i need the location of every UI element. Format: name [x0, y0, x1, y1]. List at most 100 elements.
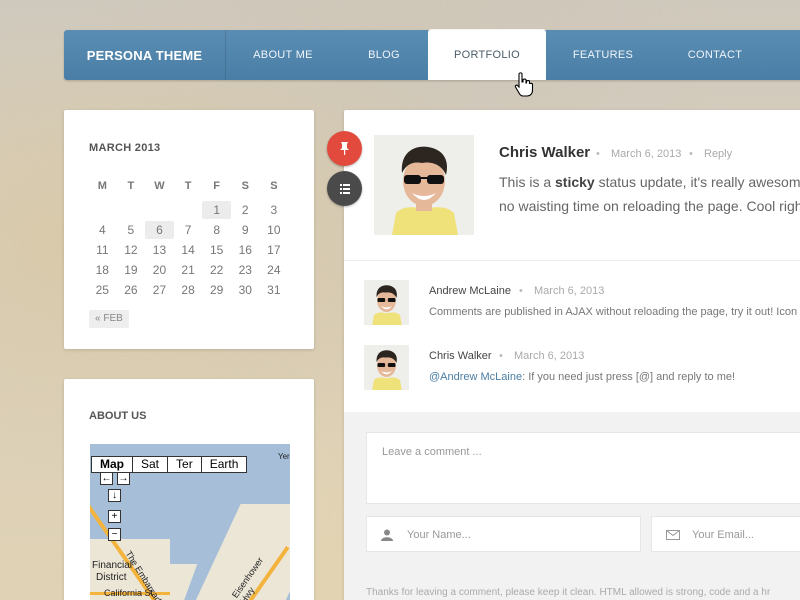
map-tab-ter[interactable]: Ter	[168, 457, 202, 472]
post-author-name[interactable]: Chris Walker	[499, 144, 590, 161]
separator-dot: •	[499, 350, 503, 362]
map-tab-sat[interactable]: Sat	[133, 457, 169, 472]
calendar-weeks: 1 2 3 4 5 6 7 8 9 10 11 12 13 14 15 16 17 18 19 20 21 22 23 24 2…	[88, 200, 288, 300]
calendar-widget: MARCH 2013 M T W T F S S 1 2 3 4 5 6 7 8 9 10 11 12…	[64, 110, 314, 349]
main-nav: PERSONA THEME ABOUT ME BLOG PORTFOLIO FE…	[64, 30, 800, 80]
email-placeholder: Your Email...	[692, 529, 754, 541]
calendar-weekdays: M T W T F S S	[88, 176, 288, 196]
calendar-week-row: 11 12 13 14 15 16 17	[88, 240, 288, 260]
calendar-day[interactable]: 15	[202, 241, 231, 259]
calendar-day[interactable]: 9	[231, 221, 260, 239]
calendar-day[interactable]: 8	[202, 221, 231, 239]
calendar-day[interactable]: 1	[202, 201, 231, 219]
brand-logo[interactable]: PERSONA THEME	[64, 30, 226, 80]
comment-textarea[interactable]: Leave a comment ...	[366, 432, 800, 504]
map-pan-left-icon[interactable]: ←	[100, 472, 113, 485]
map-type-tabs: Map Sat Ter Earth	[91, 456, 248, 473]
calendar-prev-month-link[interactable]: « FEB	[89, 310, 129, 328]
comment-avatar[interactable]	[364, 280, 409, 325]
calendar-week-row: 18 19 20 21 22 23 24	[88, 260, 288, 280]
calendar-day[interactable]: 10	[260, 221, 289, 239]
calendar-day[interactable]: 20	[145, 261, 174, 279]
calendar-day[interactable]: 26	[117, 281, 146, 299]
weekday-label: W	[154, 180, 165, 192]
list-button[interactable]	[327, 171, 362, 206]
calendar-day[interactable]: 24	[260, 261, 289, 279]
calendar-day[interactable]: 17	[260, 241, 289, 259]
calendar-day[interactable]: 16	[231, 241, 260, 259]
calendar-empty-cell	[117, 201, 146, 219]
calendar-day[interactable]: 25	[88, 281, 117, 299]
calendar-day[interactable]: 21	[174, 261, 203, 279]
calendar-day[interactable]: 28	[174, 281, 203, 299]
map[interactable]: Map Sat Ter Earth ← → ↓ + − Yer The Emba…	[90, 444, 290, 600]
map-pan-right-icon[interactable]: →	[117, 472, 130, 485]
comment-note: Thanks for leaving a comment, please kee…	[366, 587, 771, 598]
name-placeholder: Your Name...	[407, 529, 471, 541]
calendar-day[interactable]: 30	[231, 281, 260, 299]
comment-date: March 6, 2013	[514, 350, 585, 362]
name-field[interactable]: Your Name...	[366, 516, 641, 552]
about-title: ABOUT US	[89, 410, 147, 422]
calendar-day[interactable]: 19	[117, 261, 146, 279]
avatar-photo	[364, 345, 409, 390]
calendar-day[interactable]: 13	[145, 241, 174, 259]
comment-avatar[interactable]	[364, 345, 409, 390]
calendar-day[interactable]: 31	[260, 281, 289, 299]
weekday-label: T	[184, 180, 192, 192]
calendar-day[interactable]: 12	[117, 241, 146, 259]
nav-item-about-me[interactable]: ABOUT ME	[226, 30, 340, 80]
calendar-title: MARCH 2013	[89, 142, 161, 154]
comment-author[interactable]: Andrew McLaine	[429, 285, 511, 297]
map-label: Yer	[278, 452, 290, 461]
map-pan-down-icon[interactable]: ↓	[108, 489, 121, 502]
comment-text: @Andrew McLaine: If you need just press …	[429, 371, 736, 383]
map-tab-map[interactable]: Map	[92, 457, 133, 472]
pin-button[interactable]	[327, 131, 362, 166]
separator-dot: •	[689, 148, 693, 160]
calendar-day[interactable]: 6	[145, 221, 174, 239]
calendar-day[interactable]: 4	[88, 221, 117, 239]
calendar-empty-cell	[88, 201, 117, 219]
calendar-week-row: 4 5 6 7 8 9 10	[88, 220, 288, 240]
comment-author[interactable]: Chris Walker	[429, 350, 492, 362]
weekday-label: M	[97, 180, 107, 192]
weekday-label: T	[127, 180, 135, 192]
envelope-icon	[666, 530, 680, 540]
map-zoom-out-icon[interactable]: −	[108, 528, 121, 541]
map-label: District	[96, 572, 127, 583]
separator-dot: •	[519, 285, 523, 297]
calendar-day[interactable]: 22	[202, 261, 231, 279]
calendar-day[interactable]: 27	[145, 281, 174, 299]
comment-date: March 6, 2013	[534, 285, 605, 297]
calendar-day[interactable]: 5	[117, 221, 146, 239]
pin-icon	[340, 142, 349, 155]
nav-item-features[interactable]: FEATURES	[546, 30, 660, 80]
weekday-label: S	[270, 180, 278, 192]
calendar-day[interactable]: 3	[260, 201, 289, 219]
user-icon	[381, 529, 393, 541]
post-author-avatar[interactable]	[374, 135, 474, 235]
nav-item-contact[interactable]: CONTACT	[660, 30, 770, 80]
mention-link[interactable]: @Andrew McLaine	[429, 371, 522, 383]
post-body-line2: no waisting time on reloading the page. …	[499, 198, 800, 214]
calendar-day[interactable]: 23	[231, 261, 260, 279]
nav-item-blog[interactable]: BLOG	[340, 30, 428, 80]
map-tab-earth[interactable]: Earth	[202, 457, 247, 472]
calendar-day[interactable]: 11	[88, 241, 117, 259]
calendar-day[interactable]: 2	[231, 201, 260, 219]
email-field[interactable]: Your Email...	[651, 516, 800, 552]
separator-dot: •	[596, 148, 600, 160]
calendar-week-row: 123	[88, 200, 288, 220]
calendar-day[interactable]: 29	[202, 281, 231, 299]
weekday-label: F	[213, 180, 221, 192]
map-zoom-in-icon[interactable]: +	[108, 510, 121, 523]
calendar-empty-cell	[174, 201, 203, 219]
calendar-day[interactable]: 18	[88, 261, 117, 279]
weekday-label: S	[241, 180, 249, 192]
post-reply-link[interactable]: Reply	[704, 148, 732, 160]
comment-text: Comments are published in AJAX without r…	[429, 306, 798, 318]
calendar-day[interactable]: 7	[174, 221, 203, 239]
calendar-day[interactable]: 14	[174, 241, 203, 259]
calendar-empty-cell	[145, 201, 174, 219]
